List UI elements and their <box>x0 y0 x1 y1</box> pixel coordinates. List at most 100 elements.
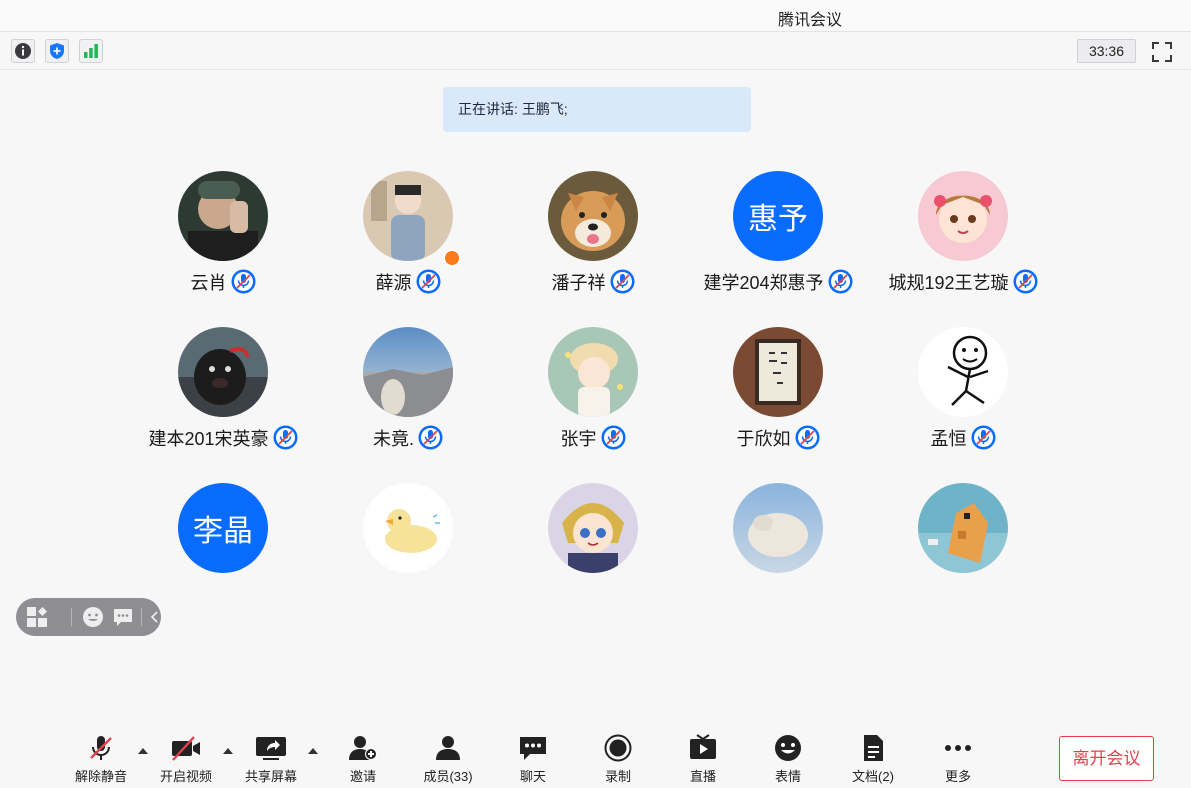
more-label: 更多 <box>944 769 971 784</box>
participant-tile[interactable] <box>688 483 868 633</box>
caret-up-icon[interactable] <box>307 747 319 755</box>
participant-tile[interactable]: 薛源 <box>318 171 498 321</box>
avatar <box>918 171 1008 261</box>
live-button[interactable]: 直播 <box>668 734 738 785</box>
participant-tile[interactable]: 未竟. <box>318 327 498 477</box>
meeting-timer: 33:36 <box>1077 39 1136 63</box>
record-button[interactable]: 录制 <box>583 734 653 785</box>
participant-tile[interactable]: 孟恒 <box>873 327 1053 477</box>
participant-tile[interactable]: 城规192王艺璇 <box>873 171 1053 321</box>
signal-icon[interactable] <box>79 39 103 63</box>
mic-muted-icon <box>610 269 634 294</box>
more-button[interactable]: 更多 <box>923 734 993 785</box>
chat-icon <box>520 737 546 760</box>
participant-tile[interactable]: 潘子祥 <box>503 171 683 321</box>
mic-muted-icon <box>418 425 443 450</box>
share-screen-icon <box>256 737 286 760</box>
start-video-button[interactable]: 开启视频 <box>151 734 221 785</box>
record-label: 录制 <box>604 769 631 784</box>
share-screen-label: 共享屏幕 <box>244 769 297 784</box>
reactions-label: 表情 <box>774 769 801 784</box>
mic-off-icon <box>90 736 112 760</box>
mic-muted-icon <box>273 425 298 450</box>
members-label: 成员(33) <box>423 769 473 784</box>
participant-name: 建本201宋英豪 <box>148 429 269 449</box>
participant-tile[interactable] <box>318 483 498 633</box>
start-video-label: 开启视频 <box>159 769 212 784</box>
mic-muted-icon <box>828 269 853 294</box>
title-bar: 腾讯会议 <box>0 0 1191 32</box>
avatar <box>918 327 1008 417</box>
speaking-banner: 正在讲话: 王鹏飞; <box>443 87 751 132</box>
chat-label: 聊天 <box>519 769 546 784</box>
avatar <box>178 327 268 417</box>
mic-muted-icon <box>231 269 255 294</box>
mic-muted-icon <box>1013 269 1038 294</box>
unmute-button[interactable]: 解除静音 <box>66 734 136 785</box>
more-icon <box>945 745 971 751</box>
chat-icon[interactable] <box>112 606 134 628</box>
members-icon <box>436 736 460 760</box>
participant-tile[interactable]: 建本201宋英豪 <box>133 327 313 477</box>
participant-name: 云肖 <box>190 273 227 293</box>
avatar: 李晶 <box>178 483 268 573</box>
participant-tile[interactable] <box>503 483 683 633</box>
camera-off-icon <box>172 736 200 761</box>
info-icon[interactable] <box>11 39 35 63</box>
members-button[interactable]: 成员(33) <box>413 734 483 785</box>
participant-tile[interactable] <box>873 483 1053 633</box>
leave-meeting-button[interactable]: 离开会议 <box>1059 736 1154 781</box>
record-icon <box>604 734 632 762</box>
participant-name: 建学204郑惠予 <box>703 273 824 293</box>
participant-name: 张宇 <box>560 429 597 449</box>
window-title: 腾讯会议 <box>777 12 842 29</box>
add-user-icon <box>349 736 377 760</box>
avatar: 惠予 <box>733 171 823 261</box>
chat-button[interactable]: 聊天 <box>498 734 568 785</box>
participant-tile[interactable]: 云肖 <box>133 171 313 321</box>
emoji-icon <box>775 735 801 761</box>
emoji-icon[interactable] <box>82 606 104 628</box>
avatar <box>363 483 453 573</box>
avatar <box>918 483 1008 573</box>
caret-up-icon[interactable] <box>137 747 149 755</box>
host-icon <box>443 249 461 267</box>
participant-tile[interactable]: 惠予 建学204郑惠予 <box>688 171 868 321</box>
avatar <box>548 171 638 261</box>
layout-icon[interactable] <box>26 606 48 628</box>
avatar <box>733 327 823 417</box>
participant-name: 于欣如 <box>736 429 791 449</box>
speaking-name: 王鹏飞; <box>521 101 568 117</box>
unmute-label: 解除静音 <box>74 769 127 784</box>
participant-tile[interactable]: 张宇 <box>503 327 683 477</box>
speaking-prefix: 正在讲话: <box>458 101 518 117</box>
invite-button[interactable]: 邀请 <box>328 734 398 785</box>
mic-muted-icon <box>601 425 625 450</box>
invite-label: 邀请 <box>349 769 376 784</box>
fullscreen-icon[interactable] <box>1150 40 1174 64</box>
avatar <box>548 327 638 417</box>
collapse-icon[interactable] <box>146 606 162 628</box>
avatar <box>363 171 453 261</box>
mic-muted-icon <box>971 425 995 450</box>
share-screen-button[interactable]: 共享屏幕 <box>236 734 306 785</box>
docs-label: 文档(2) <box>852 769 894 784</box>
participant-name: 未竟. <box>372 429 414 449</box>
shield-icon[interactable] <box>45 39 69 63</box>
participant-tile[interactable]: 于欣如 <box>688 327 868 477</box>
live-tv-icon <box>690 734 716 759</box>
avatar <box>733 483 823 573</box>
participant-name: 城规192王艺璇 <box>888 273 1009 293</box>
avatar <box>178 171 268 261</box>
info-bar: 33:36 <box>0 33 1191 70</box>
caret-up-icon[interactable] <box>222 747 234 755</box>
mic-muted-icon <box>795 425 819 450</box>
document-icon <box>864 735 883 761</box>
docs-button[interactable]: 文档(2) <box>838 734 908 785</box>
reactions-button[interactable]: 表情 <box>753 734 823 785</box>
avatar <box>548 483 638 573</box>
participant-name: 孟恒 <box>930 429 967 449</box>
bottom-toolbar: 解除静音 开启视频 共享屏幕 邀请 成员(33) 聊天 录制 直播 表情 文档(… <box>0 720 1191 788</box>
avatar <box>363 327 453 417</box>
live-label: 直播 <box>689 769 716 784</box>
